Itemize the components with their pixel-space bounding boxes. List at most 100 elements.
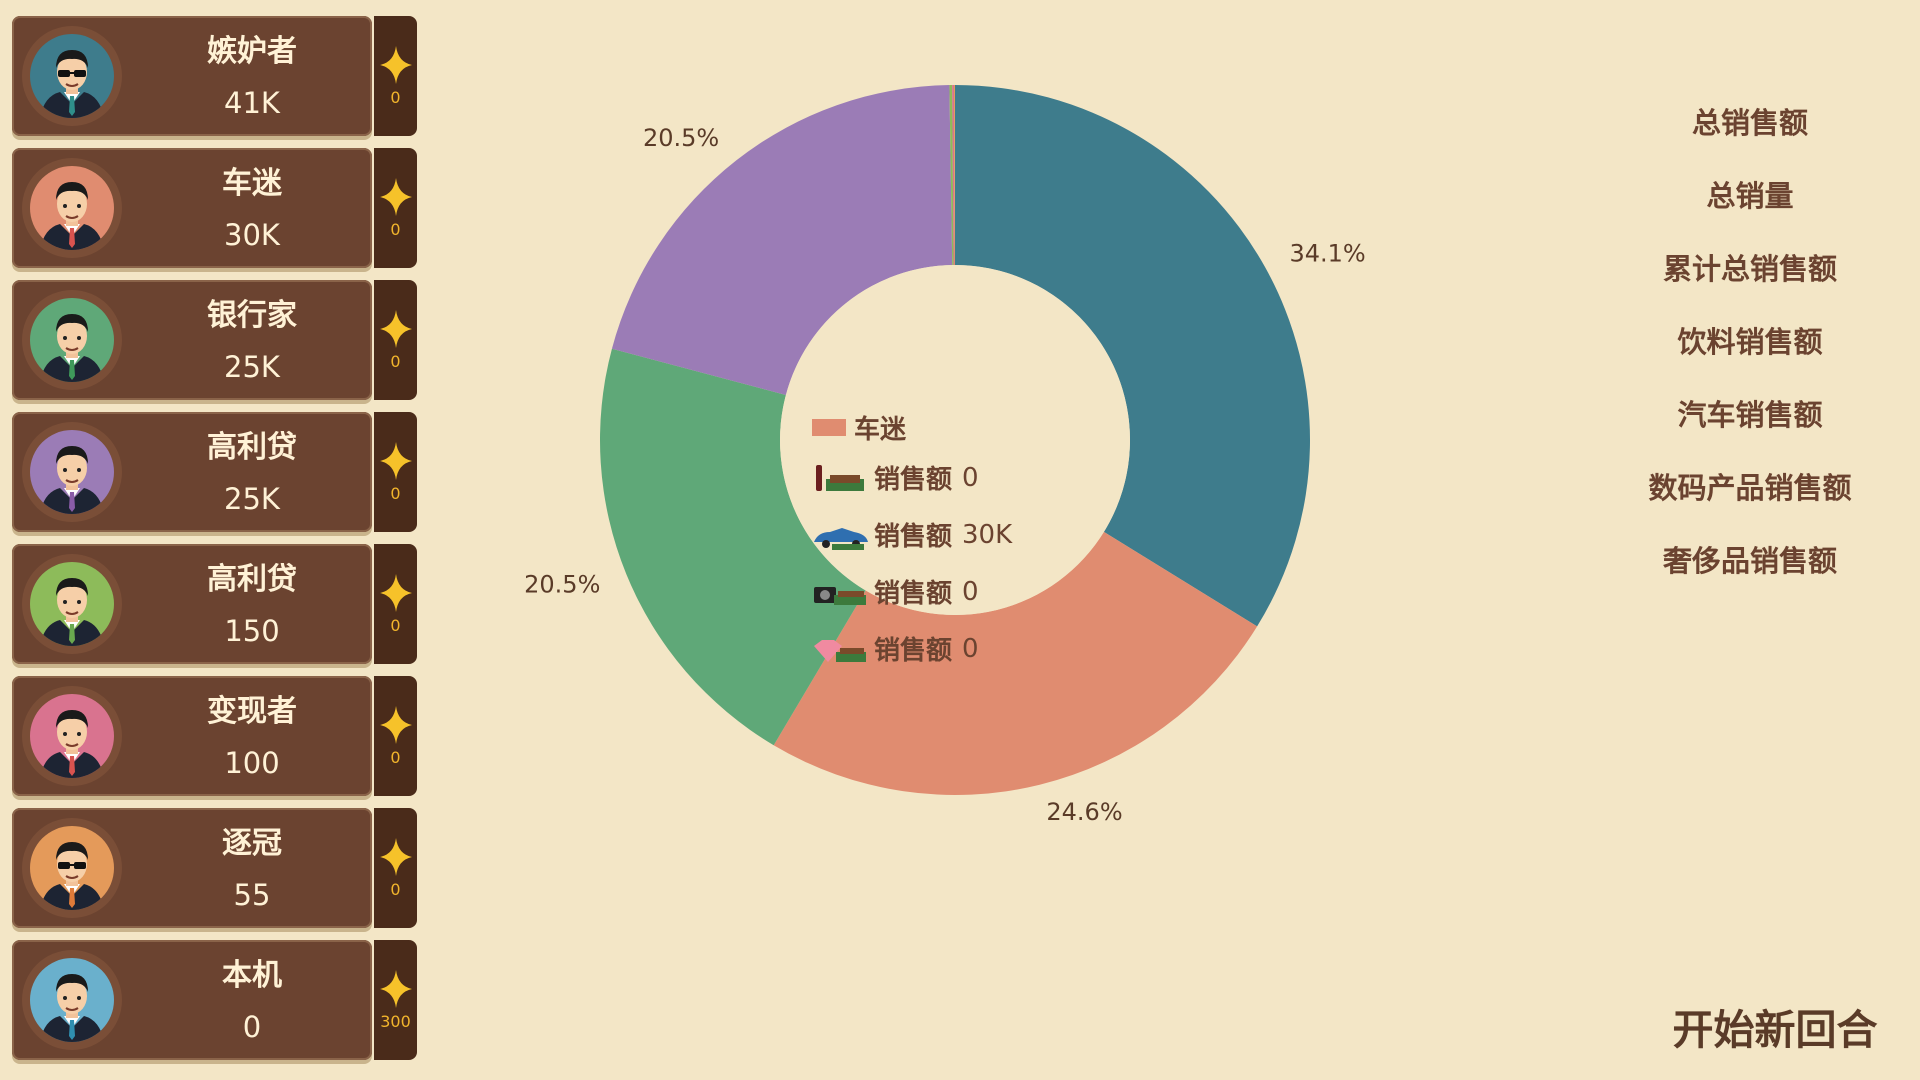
player-name: 高利贷 [207, 430, 297, 465]
player-star-count: 300 [380, 1012, 411, 1031]
player-star-count: 0 [390, 880, 401, 899]
businessman-avatar-icon [30, 562, 114, 646]
player-card-body: 嫉妒者 41K [12, 16, 372, 136]
menu-total-sales[interactable]: 总销售额 [1600, 100, 1900, 173]
avatar [30, 562, 114, 646]
player-score: 25K [224, 350, 280, 384]
player-name: 高利贷 [207, 562, 297, 597]
player-star-count: 0 [390, 484, 401, 503]
menu-digital-sales[interactable]: 数码产品销售额 [1600, 465, 1900, 538]
player-card[interactable]: 本机 0 300 [12, 940, 417, 1060]
player-name: 车迷 [222, 166, 282, 201]
businessman-avatar-icon [30, 826, 114, 910]
slice-percent-label: 34.1% [1289, 239, 1365, 267]
player-score: 55 [233, 878, 271, 912]
player-star-panel: 0 [374, 412, 417, 532]
sparkle-star-icon [380, 178, 412, 216]
avatar-ring [22, 290, 122, 390]
player-name: 本机 [222, 958, 282, 993]
legend-row: 销售额 0 [812, 563, 1112, 620]
diamond-icon [814, 639, 866, 662]
legend-row-value: 0 [962, 576, 979, 607]
player-star-panel: 0 [374, 280, 417, 400]
camera-icon [814, 586, 866, 605]
slice-percent-label: 20.5% [643, 124, 719, 152]
player-star-panel: 0 [374, 16, 417, 136]
player-card[interactable]: 嫉妒者 41K 0 [12, 16, 417, 136]
avatar [30, 694, 114, 778]
avatar [30, 430, 114, 514]
menu-cumulative-sales[interactable]: 累计总销售额 [1600, 246, 1900, 319]
avatar-ring [22, 950, 122, 1050]
player-name: 逐冠 [222, 826, 282, 861]
menu-luxury-sales[interactable]: 奢侈品销售额 [1600, 538, 1900, 611]
businessman-avatar-icon [30, 298, 114, 382]
legend-row-label: 销售额 [874, 579, 953, 609]
businessman-avatar-icon [30, 430, 114, 514]
player-card[interactable]: 高利贷 25K 0 [12, 412, 417, 532]
player-score: 0 [242, 1010, 262, 1044]
player-score: 41K [224, 86, 280, 120]
avatar-ring [22, 422, 122, 522]
player-star-count: 0 [390, 352, 401, 371]
player-card[interactable]: 银行家 25K 0 [12, 280, 417, 400]
drink-icon [816, 464, 864, 491]
player-star-panel: 0 [374, 544, 417, 664]
player-star-count: 0 [390, 88, 401, 107]
avatar [30, 166, 114, 250]
player-card-body: 高利贷 25K [12, 412, 372, 532]
sparkle-star-icon [380, 706, 412, 744]
player-star-panel: 0 [374, 676, 417, 796]
player-score: 25K [224, 482, 280, 516]
legend-row-label: 销售额 [874, 465, 953, 495]
sparkle-star-icon [380, 310, 412, 348]
player-score: 100 [224, 746, 280, 780]
player-name: 变现者 [207, 694, 297, 729]
legend-row: 销售额 0 [812, 620, 1112, 677]
player-star-panel: 300 [374, 940, 417, 1060]
sparkle-star-icon [380, 574, 412, 612]
player-star-panel: 0 [374, 808, 417, 928]
player-card[interactable]: 逐冠 55 0 [12, 808, 417, 928]
avatar [30, 958, 114, 1042]
menu-car-sales[interactable]: 汽车销售额 [1600, 392, 1900, 465]
player-score: 150 [224, 614, 280, 648]
avatar-ring [22, 554, 122, 654]
player-card-body: 本机 0 [12, 940, 372, 1060]
player-card[interactable]: 变现者 100 0 [12, 676, 417, 796]
legend-row-label: 销售额 [874, 636, 953, 666]
slice-percent-label: 20.5% [524, 571, 600, 599]
avatar-ring [22, 686, 122, 786]
avatar-ring [22, 818, 122, 918]
player-card[interactable]: 车迷 30K 0 [12, 148, 417, 268]
menu-drink-sales[interactable]: 饮料销售额 [1600, 319, 1900, 392]
legend-row: 销售额 0 [812, 449, 1112, 506]
legend-title: 车迷 [812, 405, 1112, 449]
businessman-avatar-icon [30, 34, 114, 118]
stat-menu: 总销售额 总销量 累计总销售额 饮料销售额 汽车销售额 数码产品销售额 奢侈品销… [1600, 100, 1900, 611]
avatar [30, 34, 114, 118]
player-name: 银行家 [207, 298, 297, 333]
player-card-body: 变现者 100 [12, 676, 372, 796]
businessman-avatar-icon [30, 166, 114, 250]
chart-center-legend: 车迷 销售额 0 销售额 30K 销售额 0 销售额 0 [812, 405, 1112, 677]
menu-total-volume[interactable]: 总销量 [1600, 173, 1900, 246]
car-icon [814, 527, 868, 550]
sparkle-star-icon [380, 838, 412, 876]
new-round-button[interactable]: 开始新回合 [1660, 996, 1890, 1056]
player-card[interactable]: 高利贷 150 0 [12, 544, 417, 664]
legend-row-label: 销售额 [874, 522, 953, 552]
sparkle-star-icon [380, 442, 412, 480]
avatar-ring [22, 158, 122, 258]
player-score: 30K [224, 218, 280, 252]
legend-row-value: 0 [962, 633, 979, 664]
player-star-count: 0 [390, 748, 401, 767]
slice-percent-label: 24.6% [1046, 798, 1122, 826]
legend-title-text: 车迷 [854, 414, 907, 445]
legend-row-value: 30K [962, 519, 1013, 550]
player-card-body: 车迷 30K [12, 148, 372, 268]
player-star-panel: 0 [374, 148, 417, 268]
avatar [30, 298, 114, 382]
businessman-avatar-icon [30, 958, 114, 1042]
sparkle-star-icon [380, 970, 412, 1008]
